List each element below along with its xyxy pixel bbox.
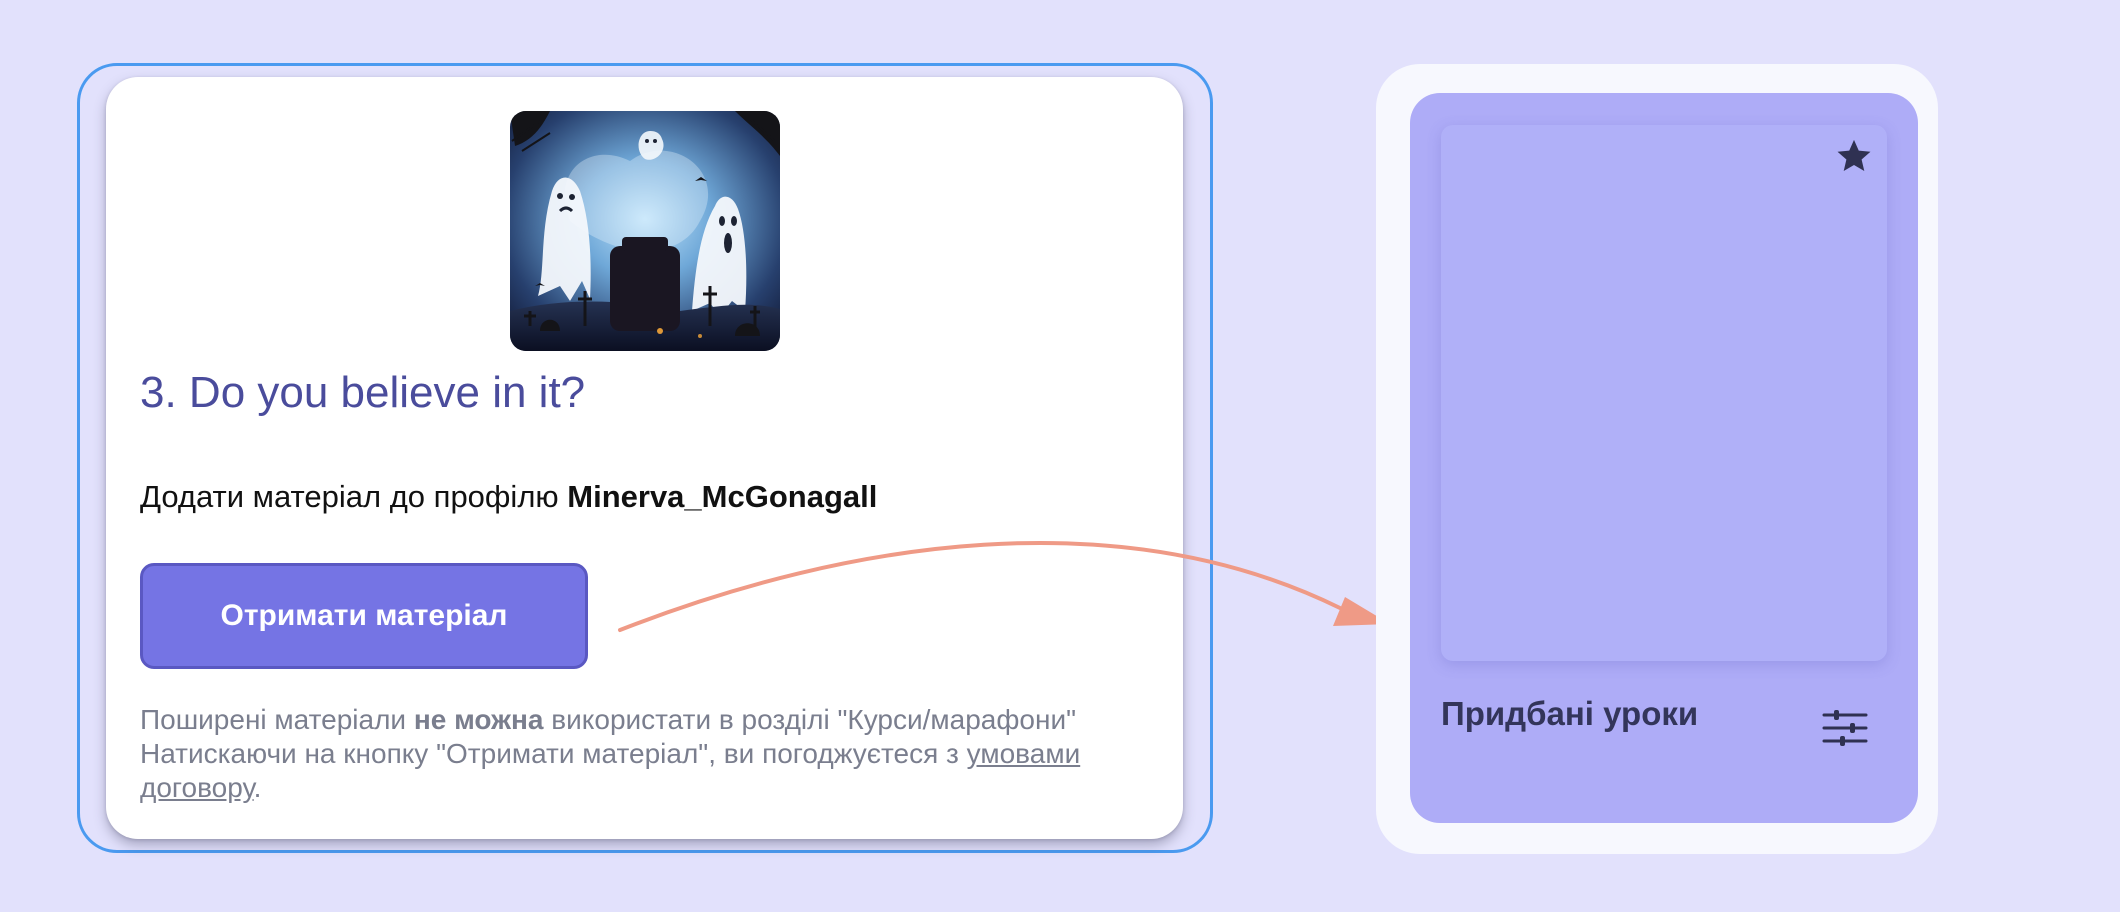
note-text-1: Поширені матеріали [140, 704, 414, 735]
add-to-profile-text: Додати матеріал до профілю Minerva_McGon… [140, 479, 877, 515]
lesson-cover [1441, 125, 1887, 661]
add-to-profile-prefix: Додати матеріал до профілю [140, 479, 568, 514]
note-text-3: Натискаючи на кнопку "Отримати матеріал"… [140, 738, 967, 769]
purchased-lessons-card[interactable]: Придбані уроки [1410, 93, 1918, 823]
material-thumbnail [510, 111, 780, 351]
note-bold: не можна [413, 704, 544, 735]
material-card: 3. Do you believe in it? Додати матеріал… [106, 77, 1183, 839]
sliders-icon[interactable] [1822, 705, 1868, 751]
profile-username: Minerva_McGonagall [567, 479, 878, 514]
note-end: . [253, 772, 262, 803]
material-title: 3. Do you believe in it? [140, 368, 586, 417]
get-material-button[interactable]: Отримати матеріал [140, 563, 588, 669]
star-icon[interactable] [1835, 137, 1873, 175]
purchased-lessons-label: Придбані уроки [1441, 695, 1699, 732]
material-note: Поширені матеріали не можна використати … [140, 703, 1160, 805]
note-text-2: використати в розділі "Курси/марафони" [543, 704, 1077, 735]
